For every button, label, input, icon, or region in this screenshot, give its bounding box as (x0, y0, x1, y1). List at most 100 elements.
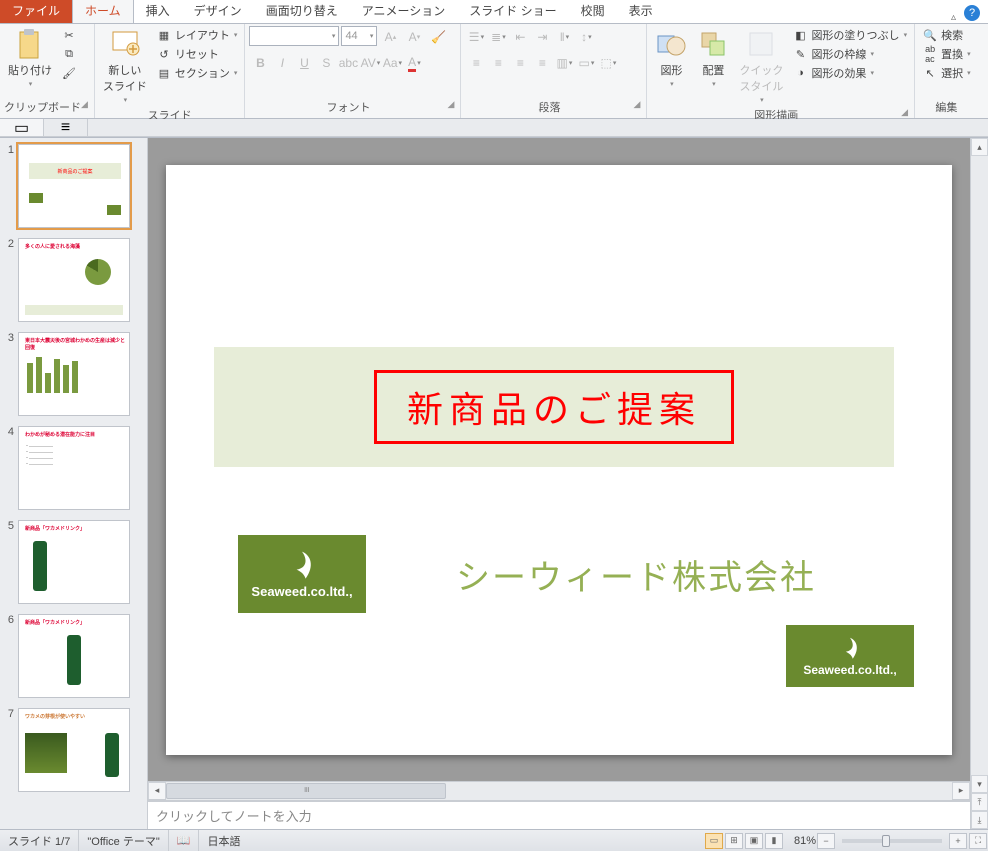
slide-canvas[interactable]: 新商品のご提案 Seaweed.co.ltd., シーウィード株式会社 Seaw… (166, 165, 952, 755)
dialog-launcher-icon[interactable]: ◢ (81, 99, 88, 110)
view-normal-button[interactable]: ▭ (705, 833, 723, 849)
company-logo-large[interactable]: Seaweed.co.ltd., (238, 535, 366, 613)
arrange-button[interactable]: 配置▾ (693, 26, 733, 90)
workarea: 1 新商品のご提案 2 多くの人に愛される海藻 3 東日本大震災後の宮城わかめの… (0, 137, 988, 829)
fit-to-window-button[interactable]: ⛶ (969, 833, 987, 849)
horizontal-scrollbar[interactable]: ◂ ▸ (148, 781, 970, 799)
outline-tab[interactable]: ≡ (44, 119, 88, 136)
thumbnails-tab[interactable]: ▭ (0, 119, 44, 136)
editor-column: 新商品のご提案 Seaweed.co.ltd., シーウィード株式会社 Seaw… (148, 138, 970, 829)
dialog-launcher-icon[interactable]: ◢ (901, 107, 908, 118)
tab-review[interactable]: 校閲 (569, 0, 617, 23)
prev-slide-button[interactable]: ⤒ (971, 793, 988, 811)
tab-insert[interactable]: 挿入 (134, 0, 182, 23)
dialog-launcher-icon[interactable]: ◢ (448, 99, 455, 110)
clear-format-button[interactable]: 🧹 (427, 26, 449, 48)
tab-animations[interactable]: アニメーション (350, 0, 458, 23)
slide-editor[interactable]: 新商品のご提案 Seaweed.co.ltd., シーウィード株式会社 Seaw… (148, 138, 970, 781)
section-button[interactable]: ▤セクション▾ (153, 64, 241, 82)
find-button[interactable]: 🔍検索 (919, 26, 974, 44)
zoom-out-button[interactable]: − (817, 833, 835, 849)
scroll-up-button[interactable]: ▴ (971, 138, 988, 156)
justify-button[interactable]: ≡ (531, 52, 553, 74)
slide-thumbnail-5[interactable]: 新商品「ワカメドリンク」 (18, 520, 130, 604)
company-name-text[interactable]: シーウィード株式会社 (456, 550, 816, 599)
columns-button[interactable]: ▥▾ (553, 52, 575, 74)
line-spacing-button[interactable]: ‖▾ (553, 26, 575, 48)
font-size-select[interactable]: 44▾ (341, 26, 377, 46)
scroll-right-button[interactable]: ▸ (952, 782, 970, 800)
shrink-font-button[interactable]: A▾ (403, 26, 425, 48)
align-text-button[interactable]: ▭▾ (575, 52, 597, 74)
align-center-button[interactable]: ≡ (487, 52, 509, 74)
shadow-button[interactable]: abc (337, 52, 359, 74)
select-button[interactable]: ↖選択▾ (919, 64, 974, 82)
tab-design[interactable]: デザイン (182, 0, 254, 23)
tab-file[interactable]: ファイル (0, 0, 72, 23)
tab-home[interactable]: ホーム (72, 0, 134, 23)
status-spellcheck[interactable]: 📖 (169, 830, 200, 851)
text-direction-button[interactable]: ↕▾ (575, 26, 597, 48)
zoom-percent[interactable]: 81% (794, 835, 816, 847)
scroll-thumb[interactable] (166, 783, 446, 799)
company-logo-small[interactable]: Seaweed.co.ltd., (786, 625, 914, 687)
view-reading-button[interactable]: ▣ (745, 833, 763, 849)
tab-transitions[interactable]: 画面切り替え (254, 0, 350, 23)
reset-button[interactable]: ↺リセット (153, 45, 241, 63)
view-sorter-button[interactable]: ⊞ (725, 833, 743, 849)
notes-pane[interactable]: クリックしてノートを入力 (148, 799, 970, 829)
shape-outline-button[interactable]: ✎図形の枠線▾ (789, 45, 910, 63)
copy-button[interactable]: ⧉ (58, 45, 80, 63)
shapes-button[interactable]: 図形▾ (651, 26, 691, 90)
shape-effects-button[interactable]: ◑図形の効果▾ (789, 64, 910, 82)
view-slideshow-button[interactable]: ▮ (765, 833, 783, 849)
zoom-slider[interactable] (842, 839, 942, 843)
bullets-button[interactable]: ☰▾ (465, 26, 487, 48)
italic-button[interactable]: I (271, 52, 293, 74)
slide-thumbnail-4[interactable]: わかめが秘める潜在能力に注目 ・――――――・――――――・――――――・―――… (18, 426, 130, 510)
align-left-button[interactable]: ≡ (465, 52, 487, 74)
zoom-in-button[interactable]: + (949, 833, 967, 849)
char-spacing-button[interactable]: AV▾ (359, 52, 381, 74)
change-case-button[interactable]: Aa▾ (381, 52, 403, 74)
layout-button[interactable]: ▦レイアウト▾ (153, 26, 241, 44)
slide-thumbnail-3[interactable]: 東日本大震災後の宮城わかめの生産は減少と回復 (18, 332, 130, 416)
status-slide-position[interactable]: スライド 1/7 (0, 830, 79, 851)
slide-thumbnail-7[interactable]: ワカメの芽根が使いやすい (18, 708, 130, 792)
font-family-select[interactable]: ▾ (249, 26, 339, 46)
title-placeholder[interactable]: 新商品のご提案 (214, 347, 894, 467)
grow-font-button[interactable]: A▴ (379, 26, 401, 48)
numbering-button[interactable]: ≣▾ (487, 26, 509, 48)
status-theme[interactable]: "Office テーマ" (79, 830, 168, 851)
new-slide-button[interactable]: 新しい スライド▾ (99, 26, 151, 106)
zoom-slider-thumb[interactable] (882, 835, 890, 847)
slide-thumbnail-2[interactable]: 多くの人に愛される海藻 (18, 238, 130, 322)
quickstyle-button[interactable]: クイック スタイル▾ (735, 26, 787, 106)
bold-button[interactable]: B (249, 52, 271, 74)
status-language[interactable]: 日本語 (199, 830, 248, 851)
next-slide-button[interactable]: ⤓ (971, 811, 988, 829)
scroll-left-button[interactable]: ◂ (148, 782, 166, 800)
slide-thumbnail-6[interactable]: 新商品「ワカメドリンク」 (18, 614, 130, 698)
indent-button[interactable]: ⇥ (531, 26, 553, 48)
cut-button[interactable]: ✂ (58, 26, 80, 44)
align-right-button[interactable]: ≡ (509, 52, 531, 74)
strike-button[interactable]: S (315, 52, 337, 74)
slide-thumbnail-1[interactable]: 新商品のご提案 (18, 144, 130, 228)
replace-button[interactable]: abac置換▾ (919, 45, 974, 63)
tab-view[interactable]: 表示 (617, 0, 665, 23)
font-color-button[interactable]: A▾ (403, 52, 425, 74)
help-icon[interactable]: ? (964, 5, 980, 21)
smartart-button[interactable]: ⬚▾ (597, 52, 619, 74)
underline-button[interactable]: U (293, 52, 315, 74)
thumbnail-panel[interactable]: 1 新商品のご提案 2 多くの人に愛される海藻 3 東日本大震災後の宮城わかめの… (0, 138, 148, 829)
vertical-scrollbar[interactable]: ▴ ▾ ⤒ ⤓ (970, 138, 988, 829)
dialog-launcher-icon[interactable]: ◢ (634, 99, 641, 110)
paste-button[interactable]: 貼り付け▾ (4, 26, 56, 90)
outdent-button[interactable]: ⇤ (509, 26, 531, 48)
tab-slideshow[interactable]: スライド ショー (457, 0, 568, 23)
scroll-down-button[interactable]: ▾ (971, 775, 988, 793)
ribbon-collapse-icon[interactable]: ▵ (951, 12, 956, 23)
shape-fill-button[interactable]: ◧図形の塗りつぶし▾ (789, 26, 910, 44)
format-painter-button[interactable]: 🖌 (58, 64, 80, 82)
